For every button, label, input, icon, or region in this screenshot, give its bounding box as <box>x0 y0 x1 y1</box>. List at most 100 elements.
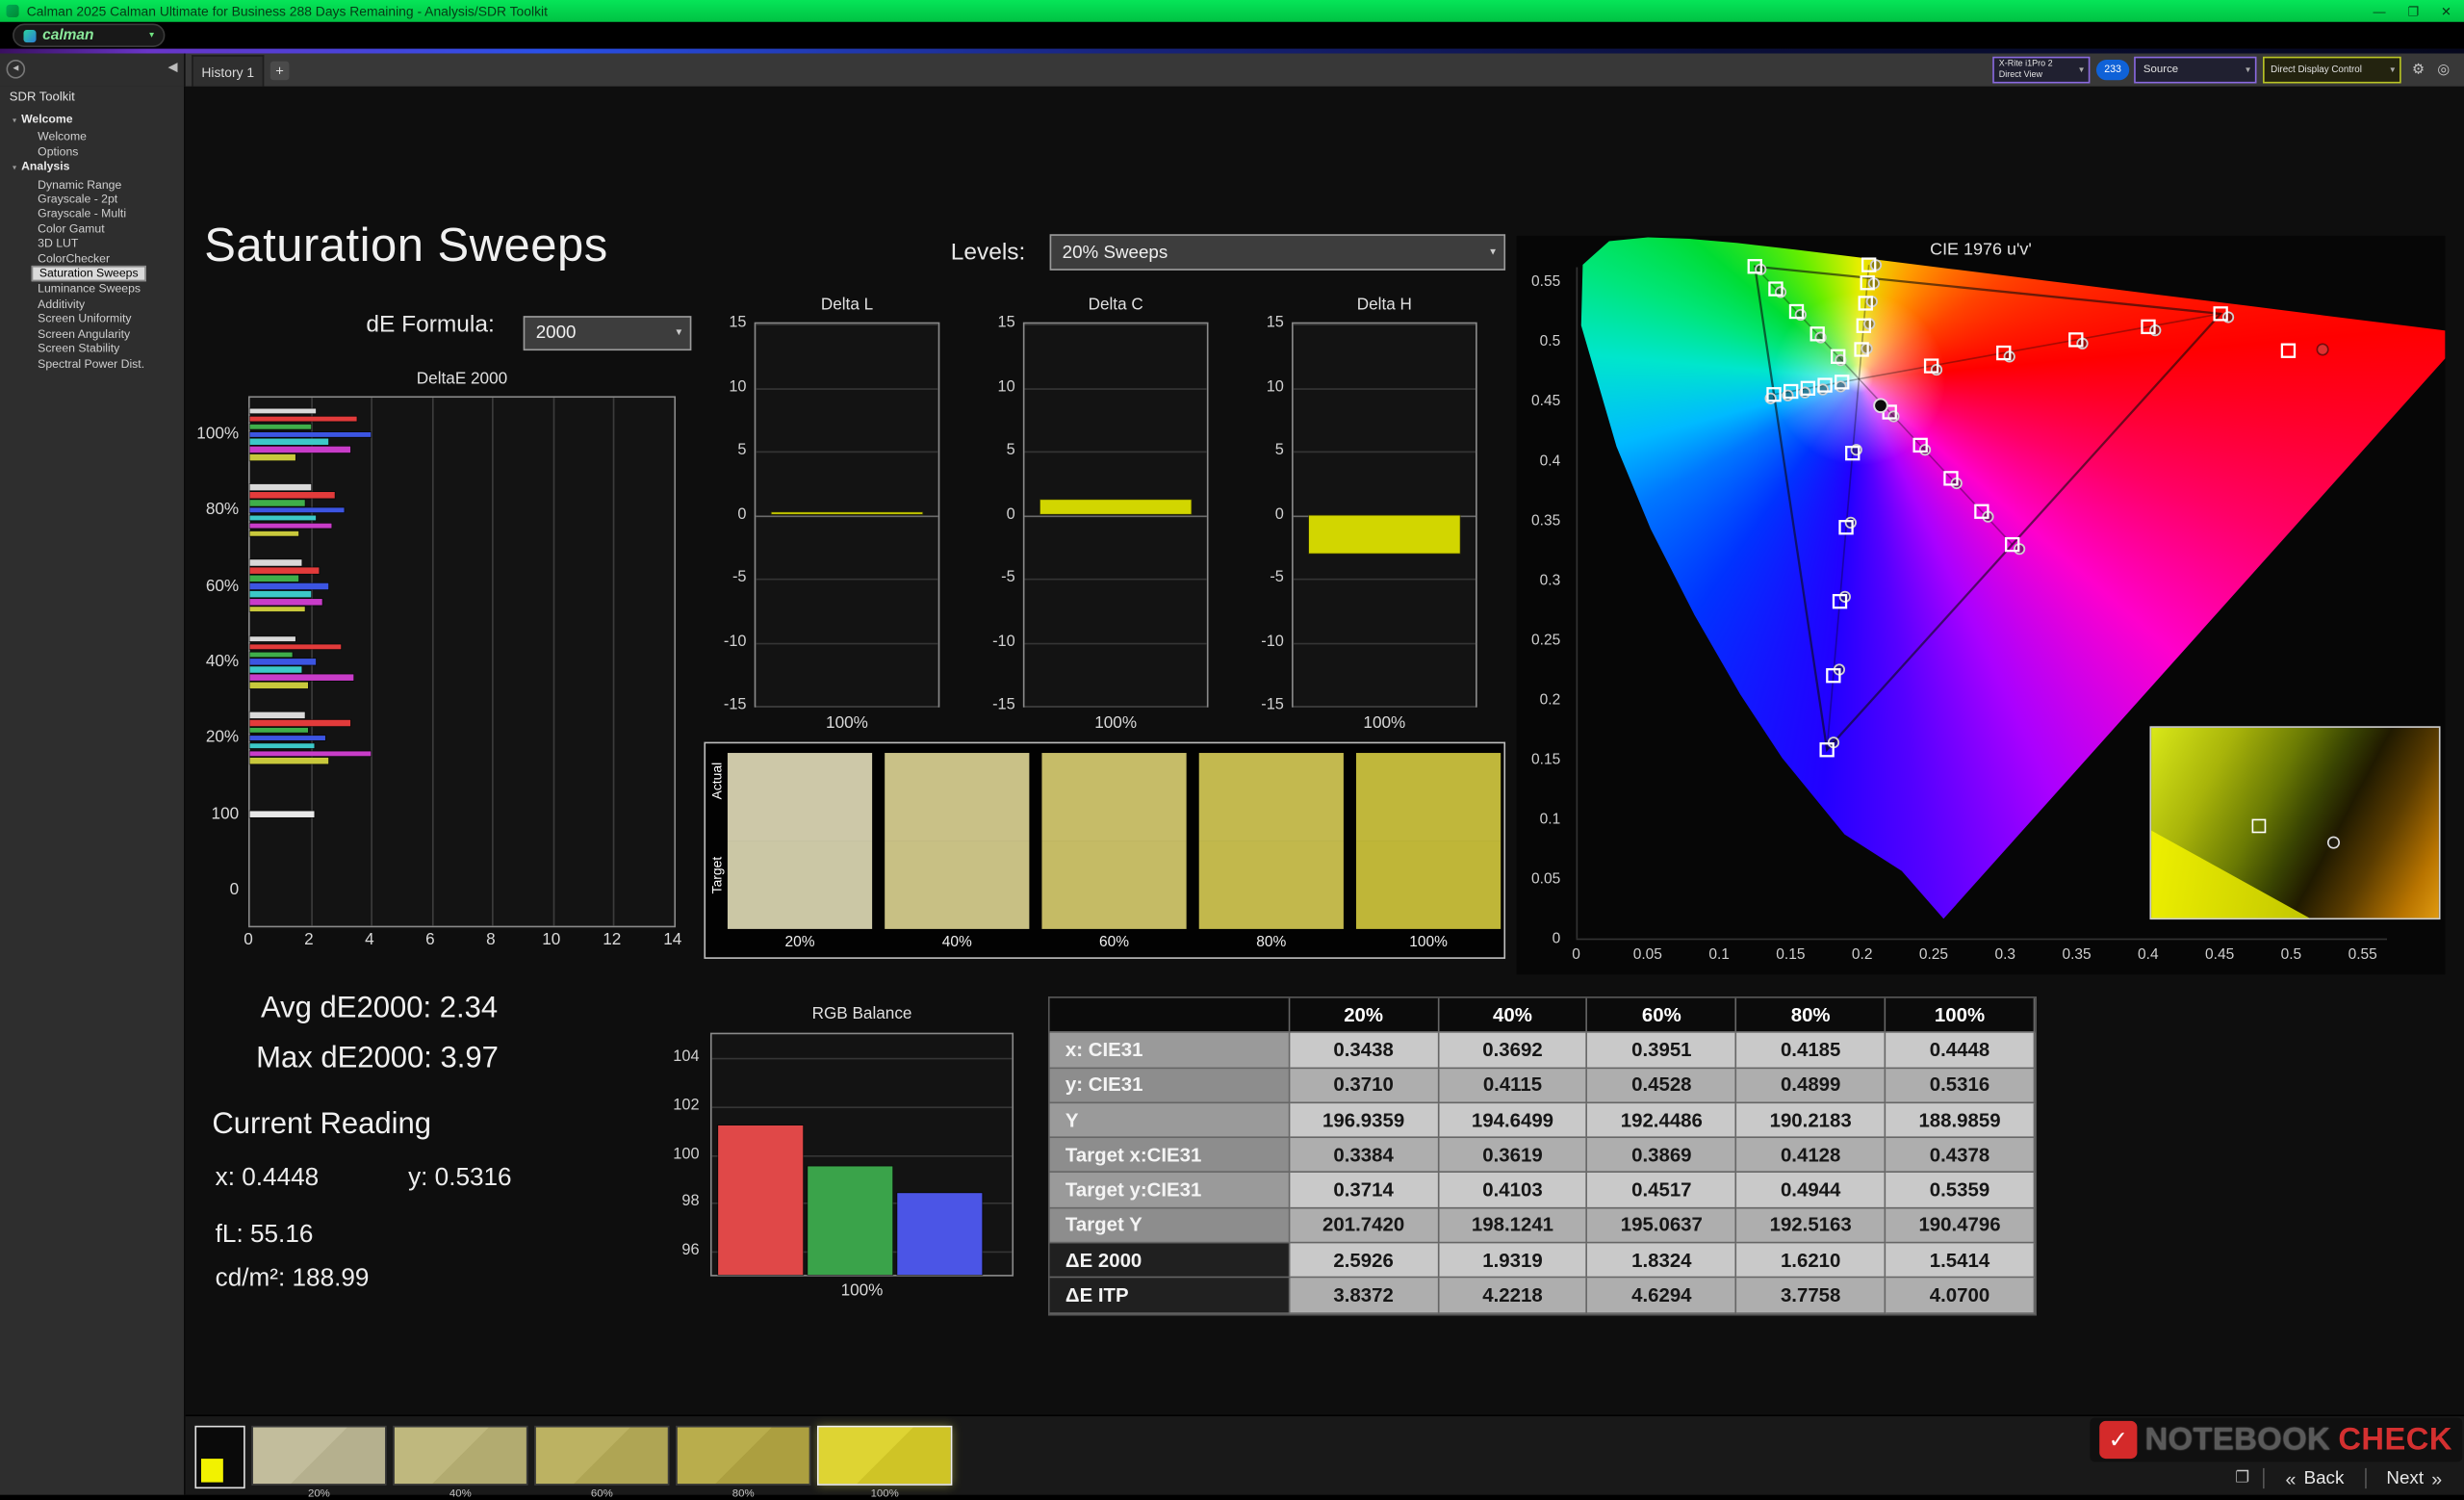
y-tick-label: 102 <box>673 1097 700 1115</box>
x-axis-labels: 0 0.05 0.1 0.15 0.2 0.25 0.3 0.35 0.4 0.45 0.5 0.55 <box>1517 946 2446 969</box>
history-thumb-20[interactable] <box>251 1425 387 1486</box>
sidebar-item-options[interactable]: Options <box>0 144 186 159</box>
y-tick-label: -15 <box>1261 696 1284 714</box>
calman-menu-button[interactable]: calman ▾ <box>13 23 166 47</box>
sidebar-item-screen-uniformity[interactable]: Screen Uniformity <box>0 312 186 326</box>
history-thumb-60[interactable] <box>534 1425 670 1486</box>
back-label: Back <box>2303 1468 2345 1488</box>
bar <box>249 567 320 574</box>
table-cell: 0.4944 <box>1736 1173 1886 1209</box>
add-tab-button[interactable]: + <box>270 61 290 81</box>
live-preview-tile[interactable] <box>194 1425 245 1489</box>
table-cell: 4.2218 <box>1438 1278 1588 1314</box>
sidebar-item-grayscale-multi[interactable]: Grayscale - Multi <box>0 207 186 221</box>
meter-count-badge: 233 <box>2095 60 2130 81</box>
y-tick-label: 0.15 <box>1531 751 1561 769</box>
grid-line <box>1024 514 1207 517</box>
source-selector[interactable]: Source ▼ <box>2134 56 2257 84</box>
sidebar-item-luminance-sweeps[interactable]: Luminance Sweeps <box>0 282 186 297</box>
next-button[interactable]: Next » <box>2380 1467 2449 1489</box>
levels-dropdown[interactable]: 20% Sweeps ▼ <box>1049 234 1506 271</box>
history-thumb-40[interactable] <box>393 1425 528 1486</box>
meter-selector[interactable]: X-Rite i1Pro 2 Direct View ▼ <box>1992 56 2091 84</box>
table-cell: 0.3384 <box>1290 1138 1439 1174</box>
y-tick-label: 0 <box>737 504 747 523</box>
inset-gradient <box>2151 830 2310 918</box>
table-cell: 0.3692 <box>1438 1033 1588 1069</box>
target-button[interactable]: ◎ <box>2432 58 2454 81</box>
bar <box>249 575 298 582</box>
row-label: Target y:CIE31 <box>1049 1173 1291 1209</box>
back-button[interactable]: « Back <box>2279 1467 2350 1489</box>
sidebar-item-additivity[interactable]: Additivity <box>0 297 186 311</box>
table-cell: 0.5316 <box>1886 1068 2036 1103</box>
window-restore-icon[interactable]: ❐ <box>2235 1470 2249 1487</box>
sidebar-item-grayscale-2pt[interactable]: Grayscale - 2pt <box>0 192 186 206</box>
group-label: Welcome <box>21 111 73 126</box>
de-formula-dropdown[interactable]: 2000 ▼ <box>523 316 692 351</box>
column-header: 40% <box>1438 997 1588 1034</box>
x-tick-label: 0.5 <box>2280 945 2302 964</box>
table-cell: 0.3869 <box>1587 1138 1737 1174</box>
history-thumb-80[interactable] <box>676 1425 811 1486</box>
tab-history-1[interactable]: History 1 <box>192 55 265 87</box>
meter-mode: Direct View <box>1998 69 2042 80</box>
y-tick-label: 0.2 <box>1539 691 1561 710</box>
y-tick-label: 80% <box>205 500 240 520</box>
sidebar-item-saturation-sweeps[interactable]: Saturation Sweeps <box>31 266 146 283</box>
sidebar-group-welcome[interactable]: ▾ Welcome <box>0 112 186 130</box>
sidebar-item-screen-stability[interactable]: Screen Stability <box>0 341 186 355</box>
swatch-label: 20% <box>784 933 815 951</box>
column-header: 20% <box>1290 997 1439 1034</box>
tabbar: ◄ ◀ History 1 + X-Rite i1Pro 2 Direct Vi… <box>0 53 2464 87</box>
sidebar-item-welcome[interactable]: Welcome <box>0 130 186 144</box>
collapse-arrow-icon[interactable]: ◀ <box>167 60 177 74</box>
bar <box>249 484 311 490</box>
sidebar-group-analysis[interactable]: ▾ Analysis <box>0 159 186 177</box>
bar <box>249 507 345 513</box>
bar <box>249 416 356 423</box>
y-tick-label: 0.1 <box>1539 811 1561 829</box>
x-tick-label: 0.35 <box>2062 945 2092 964</box>
plot-area <box>709 1032 1014 1277</box>
table-cell: 188.9859 <box>1886 1102 2036 1139</box>
bar <box>249 582 329 589</box>
grid-line <box>1293 578 1476 581</box>
chart-title: RGB Balance <box>811 1004 912 1023</box>
minimize-button[interactable]: — <box>2374 4 2386 18</box>
display-control-selector[interactable]: Direct Display Control ▼ <box>2263 56 2401 84</box>
chevron-down-icon: ▼ <box>674 328 684 339</box>
maximize-button[interactable]: ❐ <box>2407 4 2419 18</box>
sidebar-item-colorchecker[interactable]: ColorChecker <box>0 251 186 266</box>
sweep-line-red <box>1859 313 2221 380</box>
table-cell: 0.4378 <box>1886 1138 2036 1174</box>
y-tick-label: 15 <box>729 314 747 332</box>
sidebar-item-spectral-power-dist[interactable]: Spectral Power Dist. <box>0 356 186 371</box>
grid-line <box>756 514 938 517</box>
measured-marker-blue <box>1844 516 1857 530</box>
swatch-comparison-panel: Actual Target 20% 40% 60% 80% 100% <box>704 741 1506 959</box>
target-marker <box>2251 818 2267 834</box>
settings-gear-button[interactable]: ⚙ <box>2407 58 2429 81</box>
sidebar-item-dynamic-range[interactable]: Dynamic Range <box>0 177 186 192</box>
chevron-down-icon: ▼ <box>1488 247 1498 257</box>
collapse-circle-icon[interactable]: ◄ <box>6 60 26 79</box>
current-xy: x: 0.4448 y: 0.5316 <box>216 1165 512 1193</box>
history-thumb-100[interactable] <box>816 1425 953 1486</box>
bar <box>249 408 317 415</box>
bar-red <box>718 1125 804 1276</box>
sidebar-item-color-gamut[interactable]: Color Gamut <box>0 221 186 236</box>
sidebar-item-3d-lut[interactable]: 3D LUT <box>0 236 186 250</box>
close-button[interactable]: ✕ <box>2441 4 2451 18</box>
y-tick-label: 5 <box>737 441 747 459</box>
grid-line <box>711 1058 1013 1060</box>
row-label: Target Y <box>1049 1208 1291 1244</box>
actual-color-patch <box>1041 753 1187 841</box>
target-color-patch <box>1198 841 1344 929</box>
swatch-40 <box>885 753 1030 929</box>
bar <box>249 606 305 612</box>
sidebar-item-screen-angularity[interactable]: Screen Angularity <box>0 326 186 341</box>
x-tick-label: 2 <box>304 930 314 950</box>
y-tick-label: -5 <box>1001 569 1015 586</box>
y-tick-label: -10 <box>723 633 747 651</box>
